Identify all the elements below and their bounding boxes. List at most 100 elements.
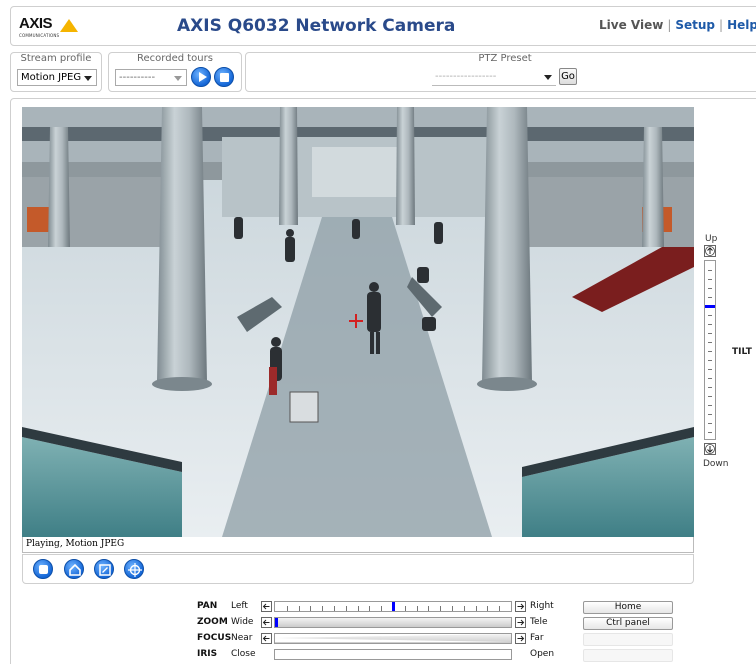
stop-icon [220,73,229,82]
tilt-tick [708,270,712,271]
slider-tick [404,606,406,611]
tilt-label: TILT [732,347,752,357]
tilt-down-arrow-icon[interactable] [704,443,716,455]
ptz-slider-focus[interactable] [274,633,512,644]
tilt-tick [708,423,712,424]
slider-position-marker[interactable] [275,618,278,627]
tilt-tick [708,405,712,406]
stop-tour-button[interactable] [214,67,234,87]
slider-tick [334,606,335,611]
ptz-row-right-label: Far [530,633,544,643]
fullscreen-icon [99,564,111,576]
ptz-row-name: ZOOM [197,617,228,627]
slider-tick [381,606,383,611]
ptz-row-left-label: Near [231,633,253,643]
setup-link[interactable]: Setup [675,18,715,32]
tilt-tick [708,387,712,388]
slider-tick [475,606,477,611]
left-arrow-icon[interactable] [261,601,272,612]
ptz-slider-iris[interactable] [274,649,512,660]
disabled-button [583,649,673,662]
ptz-slider-zoom[interactable] [274,617,512,628]
tilt-down-label: Down [703,459,729,469]
tilt-up-label: Up [705,234,718,244]
fullscreen-button[interactable] [94,559,114,579]
ptz-preset-select[interactable]: ----------------- [432,69,556,86]
tilt-tick [708,333,712,334]
stop-icon [39,565,48,574]
tilt-tick [708,378,712,379]
slider-tick [345,606,347,611]
right-arrow-icon[interactable] [515,617,526,628]
stop-button[interactable] [33,559,53,579]
tilt-tick [708,369,712,370]
camera-video-feed[interactable] [22,107,694,537]
slider-tick [463,606,465,611]
stream-profile-label: Stream profile [20,53,92,64]
tilt-tick [708,315,712,316]
tilt-tick [708,288,712,289]
ptz-row-left-label: Left [231,601,248,611]
header-bar: AXIS COMMUNICATIONS AXIS Q6032 Network C… [10,6,756,46]
slider-tick [487,606,489,611]
slider-taper [275,634,511,642]
logo-triangle-icon [60,19,78,32]
nav-separator: | [667,18,672,32]
tilt-tick [708,324,712,325]
target-icon [128,563,142,577]
ptz-slider-pan[interactable] [274,601,512,612]
camera-scene-image [22,107,694,537]
recorded-tours-value: ---------- [119,72,156,83]
chevron-down-icon [174,76,182,81]
ptz-row-right-label: Right [530,601,554,611]
ptz-row-name: FOCUS [197,633,232,643]
slider-tick [369,606,371,611]
ptz-row-left-label: Wide [231,617,254,627]
ptz-row-name: IRIS [197,649,218,659]
chevron-down-icon [84,76,92,81]
slider-tick [428,606,430,611]
tilt-tick [708,279,712,280]
tilt-tick [708,297,712,298]
page-title: AXIS Q6032 Network Camera [177,16,456,36]
slider-tick [440,606,442,611]
tilt-up-arrow-icon[interactable] [704,245,716,257]
tilt-tick [708,342,712,343]
logo-subtext: COMMUNICATIONS [19,33,60,38]
left-arrow-icon[interactable] [261,633,272,644]
tilt-slider[interactable] [704,260,716,440]
slider-tick [452,606,453,611]
tilt-tick [708,360,712,361]
left-arrow-icon[interactable] [261,617,272,628]
disabled-button [583,633,673,646]
right-arrow-icon[interactable] [515,601,526,612]
video-toolbar [22,554,694,584]
stream-profile-value: Motion JPEG [21,72,82,83]
play-tour-button[interactable] [191,67,211,87]
ptz-row-name: PAN [197,601,218,611]
chevron-down-icon [544,75,552,80]
tilt-tick [708,414,712,415]
tilt-tick [708,351,712,352]
axis-logo[interactable]: AXIS COMMUNICATIONS [19,15,89,41]
tilt-tick [708,396,712,397]
go-button[interactable]: Go [559,68,577,85]
home-button[interactable]: Home [583,601,673,614]
stream-profile-select[interactable]: Motion JPEG [17,69,97,86]
recorded-tours-select[interactable]: ---------- [115,69,187,86]
snapshot-button[interactable] [64,559,84,579]
slider-tick [310,606,312,611]
slider-tick [416,606,418,611]
recorded-tours-label: Recorded tours [137,53,213,64]
slider-position-marker[interactable] [392,602,395,611]
slider-tick [298,606,300,611]
tilt-position-marker[interactable] [705,305,715,308]
ptz-preset-label: PTZ Preset [478,53,532,64]
live-view-link[interactable]: Live View [599,18,663,32]
video-status-bar: Playing, Motion JPEG [22,537,694,553]
ctrl-panel-button[interactable]: Ctrl panel [583,617,673,630]
help-link[interactable]: Help [727,18,756,32]
ptz-row-right-label: Open [530,649,555,659]
right-arrow-icon[interactable] [515,633,526,644]
center-target-button[interactable] [124,559,144,579]
